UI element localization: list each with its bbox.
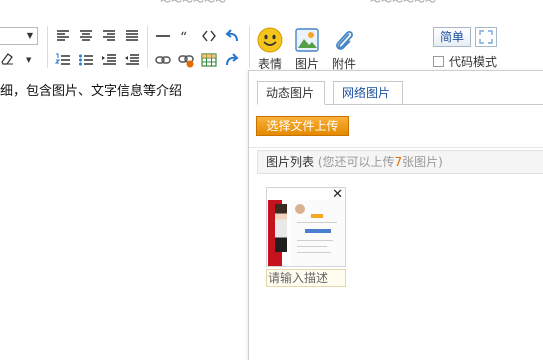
dialog-tab-bar: 动态图片 网络图片 (257, 81, 543, 105)
tab-dynamic-images[interactable]: 动态图片 (257, 81, 325, 105)
ordered-list-icon[interactable] (55, 52, 71, 68)
picture-icon (294, 27, 320, 53)
image-upload-dialog: 动态图片 网络图片 选择文件上传 图片列表 (您还可以上传7张图片) ✕ 请输入… (248, 70, 543, 360)
undo-icon[interactable] (224, 28, 240, 44)
toolbar-divider (147, 26, 148, 68)
upload-hint-suffix: 张图片) (402, 155, 443, 169)
link-icon[interactable] (155, 52, 171, 68)
thumbnail-photo-bar (305, 229, 331, 233)
editor-content[interactable]: 细，包含图片、文字信息等介绍 (0, 80, 182, 99)
quote-icon[interactable]: “ (178, 28, 194, 44)
attachment-button[interactable]: 附件 (324, 27, 364, 72)
code-mode-checkbox[interactable] (433, 56, 444, 67)
thumbnail-photo-person (275, 204, 287, 252)
thumbnail-photo-line (297, 252, 331, 253)
top-strip: ～～～～～～ ～～～～～～ (0, 0, 543, 8)
close-icon[interactable]: ✕ (332, 188, 343, 202)
toolbar-divider (47, 26, 48, 68)
redo-icon[interactable] (224, 52, 240, 68)
align-right-icon[interactable] (101, 28, 117, 44)
eraser-dropdown-icon[interactable]: ▼ (26, 56, 31, 64)
outdent-icon[interactable] (124, 52, 140, 68)
image-list-title: 图片列表 (266, 155, 315, 169)
thumbnail-photo-line (297, 240, 333, 241)
code-icon[interactable] (201, 28, 217, 44)
simple-mode-button[interactable]: 简单 (433, 27, 471, 47)
image-list-header: 图片列表 (您还可以上传7张图片) (257, 150, 543, 174)
emoji-button[interactable]: 表情 (250, 27, 290, 72)
select-file-upload-button[interactable]: 选择文件上传 (256, 116, 349, 136)
thumbnail-photo-line (297, 246, 327, 247)
unordered-list-icon[interactable] (78, 52, 94, 68)
top-strip-text-left: ～～～～～～ (160, 0, 226, 8)
thumbnail-photo-line (297, 222, 337, 223)
indent-icon[interactable] (101, 52, 117, 68)
thumbnail-photo-avatar (295, 204, 305, 214)
top-strip-text-right: ～～～～～～ (370, 0, 436, 8)
align-center-icon[interactable] (78, 28, 94, 44)
eraser-icon[interactable] (0, 52, 14, 69)
image-thumbnail[interactable]: ✕ (266, 187, 346, 267)
align-left-icon[interactable] (55, 28, 71, 44)
image-button[interactable]: 图片 (287, 27, 327, 72)
tab-network-images[interactable]: 网络图片 (333, 81, 403, 105)
image-description-input[interactable]: 请输入描述 (266, 269, 346, 287)
divider (249, 147, 543, 148)
fullscreen-icon (476, 30, 496, 49)
code-mode-label: 代码模式 (449, 55, 498, 69)
code-mode-toggle[interactable]: 代码模式 (433, 53, 497, 70)
table-icon[interactable] (201, 52, 217, 68)
align-justify-icon[interactable] (124, 28, 140, 44)
svg-text:“: “ (180, 30, 187, 44)
chevron-down-icon: ▼ (26, 31, 33, 40)
upload-hint-prefix: (您还可以上传 (317, 155, 395, 169)
unlink-icon[interactable] (178, 52, 194, 68)
editor-toolbar: ▼ ▼ “ 表情 图片 附件 简单 代码模式 (0, 8, 543, 72)
fullscreen-button[interactable] (475, 27, 497, 47)
paperclip-icon (331, 27, 357, 53)
smiley-icon (257, 27, 283, 53)
thumbnail-photo-accent (311, 214, 323, 218)
font-select[interactable]: ▼ (0, 27, 38, 45)
horizontal-rule-icon[interactable] (155, 28, 171, 44)
